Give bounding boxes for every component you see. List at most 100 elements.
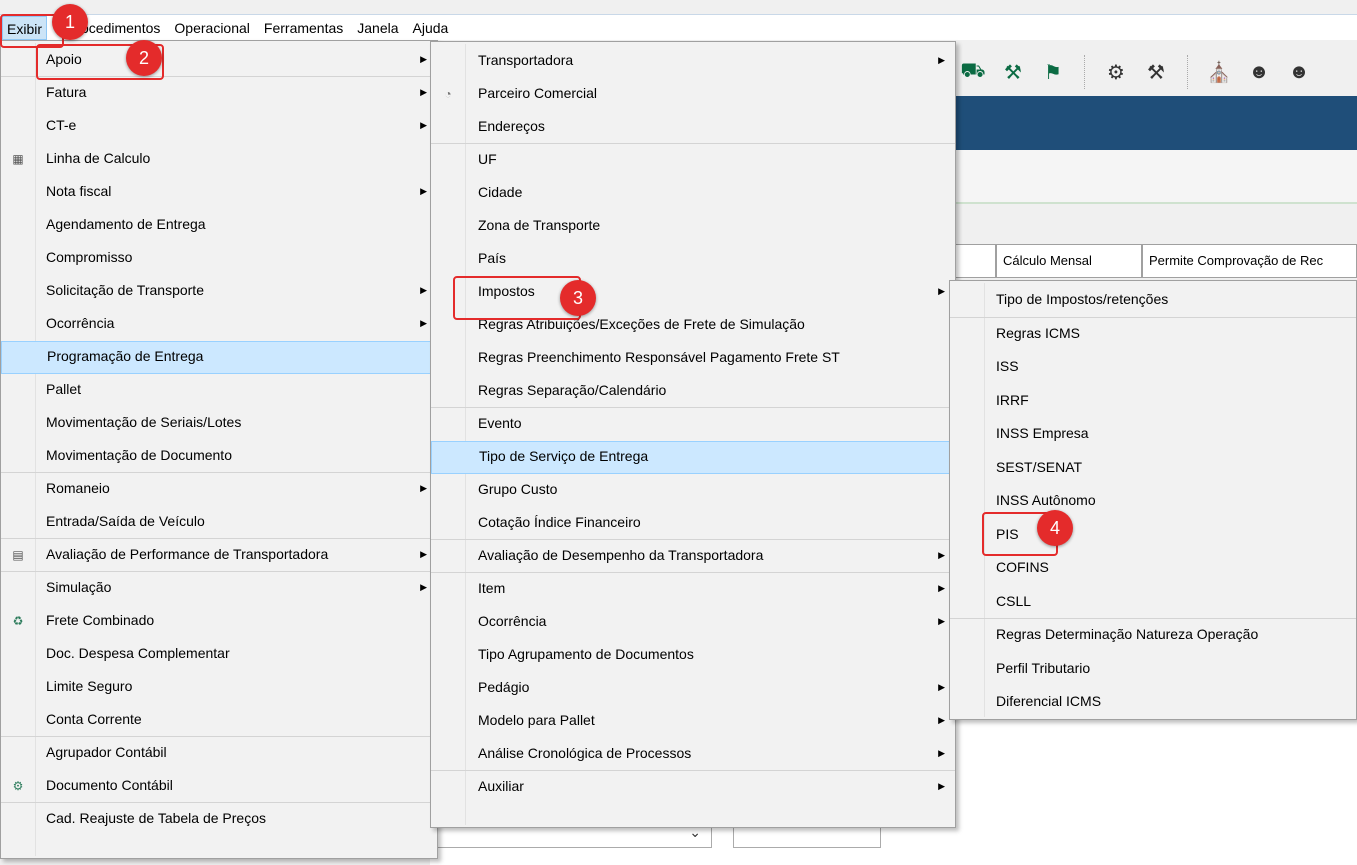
grid-col-header[interactable]: Cálculo Mensal	[996, 244, 1142, 278]
building-icon[interactable]: ⛪	[1202, 60, 1236, 85]
menu-item-label: Compromisso	[46, 249, 133, 265]
grid-col-header[interactable]: Permite Comprovação de Rec	[1142, 244, 1357, 278]
menu-item-cotacao-indice[interactable]: Cotação Índice Financeiro	[431, 507, 955, 540]
menu-item-fatura[interactable]: Fatura ▶	[1, 77, 437, 110]
menu-item-regras-separacao[interactable]: Regras Separação/Calendário	[431, 375, 955, 408]
menu-item-label: Diferencial ICMS	[996, 693, 1102, 709]
menu-item-label: Pedágio	[478, 679, 530, 695]
menu-item-label: INSS Empresa	[996, 425, 1089, 441]
menu-item-cte[interactable]: CT-e ▶	[1, 110, 437, 143]
menu-item-label: Agrupador Contábil	[46, 744, 167, 760]
menu-item-grupo-custo[interactable]: Grupo Custo	[431, 474, 955, 507]
partner-icon: ◔	[444, 87, 452, 101]
menu-item-parceiro-comercial[interactable]: ◔ Parceiro Comercial	[431, 78, 955, 111]
menu-item-romaneio[interactable]: Romaneio ▶	[1, 473, 437, 506]
menu-item-avaliacao-desempenho[interactable]: Avaliação de Desempenho da Transportador…	[431, 540, 955, 573]
location-icon[interactable]: ⚑	[1036, 60, 1070, 85]
menu-item-ocorrencia[interactable]: Ocorrência ▶	[431, 606, 955, 639]
menu-item-linha-de-calculo[interactable]: ▦ Linha de Calculo	[1, 143, 437, 176]
menu-item-enderecos[interactable]: Endereços	[431, 111, 955, 144]
menu-item-cidade[interactable]: Cidade	[431, 177, 955, 210]
menu-item-label: Movimentação de Documento	[46, 447, 232, 463]
truck-icon[interactable]: ⛟	[956, 60, 990, 85]
menu-item-label: Regras ICMS	[996, 324, 1081, 341]
submenu-arrow-icon: ▶	[420, 186, 427, 196]
submenu-arrow-icon: ▶	[938, 286, 945, 296]
menu-item-avaliacao-performance[interactable]: ▤ Avaliação de Performance de Transportad…	[1, 539, 437, 572]
menu-item-label: Modelo para Pallet	[478, 712, 595, 728]
menu-item-pallet[interactable]: Pallet	[1, 374, 437, 407]
menu-item-cofins[interactable]: COFINS	[950, 552, 1356, 586]
gear-icon[interactable]: ⚙	[1099, 60, 1133, 85]
menu-item-programacao-entrega[interactable]: Programação de Entrega	[1, 341, 437, 374]
freight-icon: ♻	[12, 614, 24, 628]
menu-item-irrf[interactable]: IRRF	[950, 385, 1356, 419]
menu-item-label: Evento	[478, 415, 522, 431]
menu-item-tipo-agrupamento[interactable]: Tipo Agrupamento de Documentos	[431, 639, 955, 672]
menu-item-label: Conta Corrente	[46, 711, 142, 727]
menu-item-label: ISS	[996, 358, 1019, 374]
menu-item-solicitacao[interactable]: Solicitação de Transporte ▶	[1, 275, 437, 308]
menu-item-compromisso[interactable]: Compromisso	[1, 242, 437, 275]
menu-item-simulacao[interactable]: Simulação ▶	[1, 572, 437, 605]
menu-item-iss[interactable]: ISS	[950, 351, 1356, 385]
menu-item-label: Endereços	[478, 118, 545, 134]
menu-item-documento-contabil[interactable]: ⚙ Documento Contábil	[1, 770, 437, 803]
menu-item-zona-transporte[interactable]: Zona de Transporte	[431, 210, 955, 243]
menu-item-label: Movimentação de Seriais/Lotes	[46, 414, 242, 430]
menu-item-ocorrencia[interactable]: Ocorrência ▶	[1, 308, 437, 341]
menu-item-label: Cotação Índice Financeiro	[478, 514, 641, 530]
menu-janela[interactable]: Janela	[350, 16, 405, 40]
menu-item-regras-preenchimento[interactable]: Regras Preenchimento Responsável Pagamen…	[431, 342, 955, 375]
menu-item-entrada-saida-veiculo[interactable]: Entrada/Saída de Veículo	[1, 506, 437, 539]
tools-icon[interactable]: ⚒	[1139, 60, 1173, 85]
menu-item-agendamento[interactable]: Agendamento de Entrega	[1, 209, 437, 242]
menu-item-movimentacao-documento[interactable]: Movimentação de Documento	[1, 440, 437, 473]
menu-item-reajuste-tabela[interactable]: Cad. Reajuste de Tabela de Preços	[1, 803, 437, 836]
menu-item-pedagio[interactable]: Pedágio ▶	[431, 672, 955, 705]
user-icon[interactable]: ☻	[1242, 61, 1276, 84]
menu-item-csll[interactable]: CSLL	[950, 586, 1356, 619]
menu-item-regras-icms[interactable]: Regras ICMS	[950, 318, 1356, 352]
menu-item-diferencial-icms[interactable]: Diferencial ICMS	[950, 686, 1356, 720]
menu-item-seriais-lotes[interactable]: Movimentação de Seriais/Lotes	[1, 407, 437, 440]
menu-item-frete-combinado[interactable]: ♻ Frete Combinado	[1, 605, 437, 638]
menu-item-nota-fiscal[interactable]: Nota fiscal ▶	[1, 176, 437, 209]
menu-item-label: Linha de Calculo	[46, 150, 151, 166]
menu-item-pais[interactable]: País	[431, 243, 955, 276]
menu-item-perfil-tributario[interactable]: Perfil Tributario	[950, 653, 1356, 687]
menu-ferramentas[interactable]: Ferramentas	[257, 16, 350, 40]
menu-item-label: Regras Separação/Calendário	[478, 382, 667, 398]
menu-item-label: Programação de Entrega	[47, 348, 204, 364]
user-icon-2[interactable]: ☻	[1282, 61, 1316, 84]
menu-item-tipo-impostos[interactable]: Tipo de Impostos/retenções	[950, 284, 1356, 318]
menu-item-regras-natureza[interactable]: Regras Determinação Natureza Operação	[950, 619, 1356, 653]
menu-item-inss-empresa[interactable]: INSS Empresa	[950, 418, 1356, 452]
menu-item-evento[interactable]: Evento	[431, 408, 955, 441]
menu-item-modelo-pallet[interactable]: Modelo para Pallet ▶	[431, 705, 955, 738]
menu-item-sest-senat[interactable]: SEST/SENAT	[950, 452, 1356, 486]
menu-item-label: Parceiro Comercial	[478, 85, 598, 101]
menu-item-doc-despesa[interactable]: Doc. Despesa Complementar	[1, 638, 437, 671]
menu-item-item[interactable]: Item ▶	[431, 573, 955, 606]
calculator-icon: ▦	[12, 152, 24, 166]
menu-item-label: Regras Determinação Natureza Operação	[996, 626, 1259, 642]
menu-item-limite-seguro[interactable]: Limite Seguro	[1, 671, 437, 704]
menu-item-tipo-servico-entrega[interactable]: Tipo de Serviço de Entrega	[431, 441, 955, 474]
submenu-arrow-icon: ▶	[420, 120, 427, 130]
menu-item-auxiliar[interactable]: Auxiliar ▶	[431, 771, 955, 804]
submenu-arrow-icon: ▶	[420, 54, 427, 64]
menu-item-conta-corrente[interactable]: Conta Corrente	[1, 704, 437, 737]
menu-item-uf[interactable]: UF	[431, 144, 955, 177]
menu-item-label: Avaliação de Desempenho da Transportador…	[478, 547, 764, 563]
menu-item-transportadora[interactable]: Transportadora ▶	[431, 45, 955, 78]
submenu-arrow-icon: ▶	[938, 616, 945, 626]
menu-item-analise-cronologica[interactable]: Análise Cronológica de Processos ▶	[431, 738, 955, 771]
menu-item-label: Solicitação de Transporte	[46, 282, 204, 298]
menu-ajuda[interactable]: Ajuda	[406, 16, 456, 40]
menu-operacional[interactable]: Operacional	[167, 16, 257, 40]
submenu-arrow-icon: ▶	[420, 549, 427, 559]
menu-item-agrupador-contabil[interactable]: Agrupador Contábil	[1, 737, 437, 770]
menu-item-label: Ocorrência	[478, 613, 547, 629]
money-icon[interactable]: ⚒	[996, 60, 1030, 85]
